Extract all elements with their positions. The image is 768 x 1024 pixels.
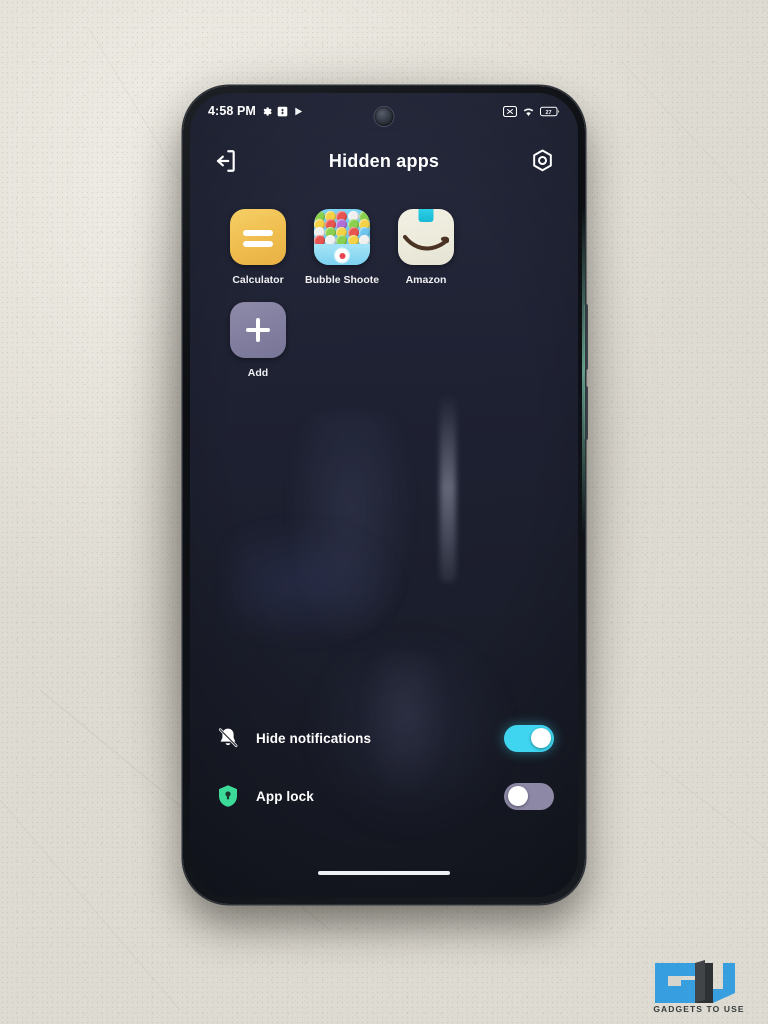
watermark-text: GADGETS TO USE xyxy=(653,1004,745,1014)
app-label: Amazon xyxy=(405,274,447,286)
battery-level: 27 xyxy=(545,109,551,115)
gu-logo xyxy=(655,960,735,1003)
device-edge-highlight xyxy=(582,206,585,536)
screen-reflection xyxy=(286,413,416,653)
gear-icon xyxy=(261,106,272,117)
app-label: Bubble Shooter… xyxy=(305,274,379,286)
status-bar-left: 4:58 PM xyxy=(208,104,304,118)
wifi-icon xyxy=(522,106,535,117)
calculator-icon[interactable] xyxy=(230,209,286,265)
app-label: Calculator xyxy=(232,274,284,286)
amazon-icon[interactable] xyxy=(398,209,454,265)
photo-app-icon xyxy=(277,106,288,117)
setting-row-hide-notifications[interactable]: Hide notifications xyxy=(214,709,554,767)
gear-icon[interactable] xyxy=(530,148,556,174)
battery-icon: 27 xyxy=(540,106,560,117)
watermark: GADGETS TO USE xyxy=(646,959,752,1014)
exit-arrow-icon[interactable] xyxy=(212,148,238,174)
hidden-apps-grid: Calculator Bubble Shoote Amazon Add xyxy=(190,209,578,379)
status-bar-right: 27 xyxy=(503,105,560,117)
toggle-knob xyxy=(507,786,528,806)
screenshot-icon xyxy=(503,105,517,117)
app-item-calculator[interactable]: Calculator xyxy=(216,209,300,286)
status-clock: 4:58 PM xyxy=(208,104,256,118)
home-indicator[interactable] xyxy=(318,871,450,875)
app-item-amazon[interactable]: Amazon xyxy=(384,209,468,286)
bell-off-icon xyxy=(214,724,242,752)
screen-reflection xyxy=(440,393,456,583)
plus-icon[interactable] xyxy=(230,302,286,358)
app-item-bubble-shooter[interactable]: Bubble Shooter… xyxy=(300,209,384,286)
shield-lock-icon xyxy=(214,782,242,810)
bubble-shooter-icon[interactable] xyxy=(314,209,370,265)
play-icon xyxy=(293,106,304,117)
page-title: Hidden apps xyxy=(328,150,440,171)
setting-label: Hide notifications xyxy=(256,730,372,746)
setting-label: App lock xyxy=(256,788,314,804)
setting-row-app-lock[interactable]: App lock xyxy=(214,767,554,825)
phone-screen: 4:58 PM 27 Hidden apps Calculator Bubble… xyxy=(190,93,578,897)
settings-list: Hide notifications App lock xyxy=(190,709,578,825)
toggle-knob xyxy=(530,728,551,748)
screen-reflection xyxy=(230,523,400,643)
app-bar: Hidden apps xyxy=(190,135,578,187)
app-label: Add xyxy=(247,367,269,379)
hide-notifications-toggle[interactable] xyxy=(504,724,554,752)
app-lock-toggle[interactable] xyxy=(504,782,554,810)
app-item-add[interactable]: Add xyxy=(216,302,300,379)
phone-device: 4:58 PM 27 Hidden apps Calculator Bubble… xyxy=(183,86,588,904)
front-camera xyxy=(374,107,394,126)
